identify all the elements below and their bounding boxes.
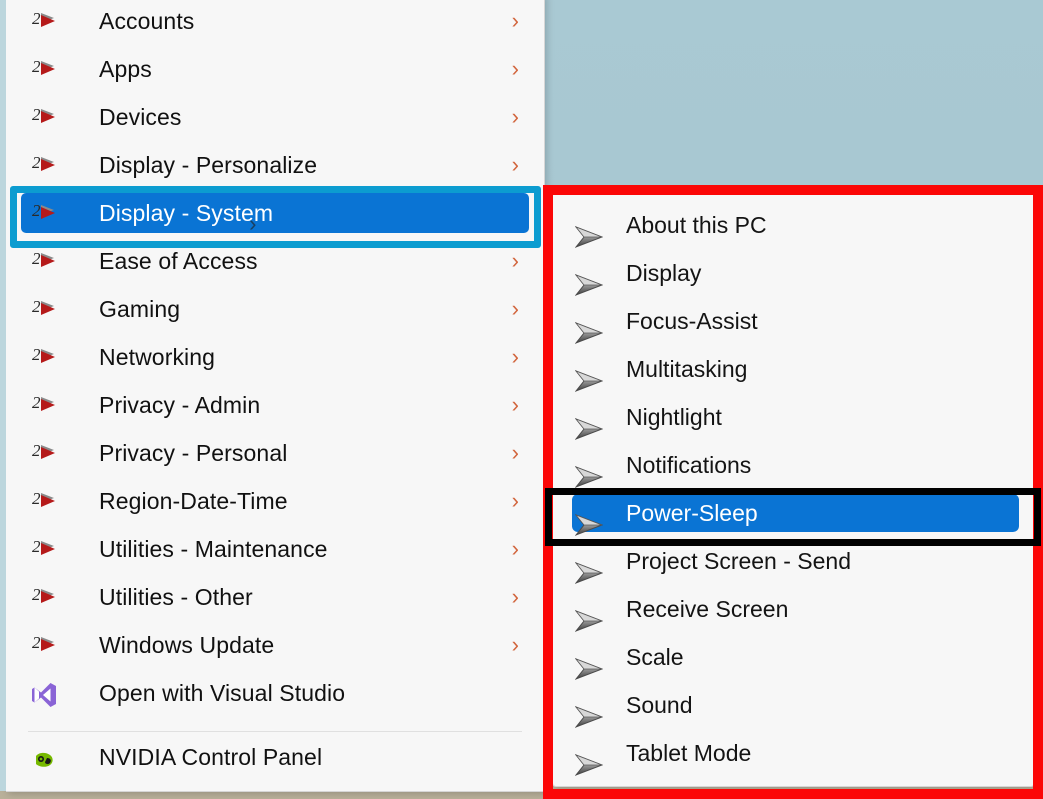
submenu-item-power-sleep[interactable]: Power-Sleep: [554, 491, 1033, 536]
menu-item-icon: [31, 746, 57, 768]
submenu-item-label: Receive Screen: [626, 595, 789, 622]
display-system-submenu[interactable]: About this PC Display Focus-Assist Multitas…: [552, 192, 1035, 787]
menu-item-icon: 2: [31, 393, 57, 416]
submenu-item-label: Multitasking: [626, 355, 748, 382]
submenu-item-receive-screen[interactable]: Receive Screen: [554, 587, 1033, 632]
menu-item-windows-update[interactable]: 2 Windows Update ›: [7, 623, 543, 667]
submenu-item-notifications[interactable]: Notifications: [554, 443, 1033, 488]
menu-item-label: Networking: [99, 343, 216, 370]
submenu-item-display[interactable]: Display: [554, 251, 1033, 296]
chevron-right-icon: ›: [511, 440, 519, 465]
menu-item-icon: 2: [31, 345, 57, 368]
menu-item-icon: 2: [31, 633, 57, 656]
menu-item-accounts[interactable]: 2 Accounts ›: [7, 0, 543, 43]
menu-item-utilities-maintenance[interactable]: 2 Utilities - Maintenance ›: [7, 527, 543, 571]
submenu-item-scale[interactable]: Scale: [554, 635, 1033, 680]
menu-item-utilities-other[interactable]: 2 Utilities - Other ›: [7, 575, 543, 619]
menu-item-open-with-visual-studio[interactable]: Open with Visual Studio: [7, 671, 543, 715]
menu-item-icon: 2: [31, 57, 57, 80]
chevron-right-icon: ›: [511, 152, 519, 177]
chevron-right-icon: ›: [511, 536, 519, 561]
menu-item-label: Utilities - Other: [99, 583, 253, 610]
submenu-item-label: Project Screen - Send: [626, 547, 852, 574]
menu-item-icon: 2: [31, 153, 57, 176]
menu-item-networking[interactable]: 2 Networking ›: [7, 335, 543, 379]
menu-item-label: Ease of Access: [99, 247, 258, 274]
menu-item-label: NVIDIA Control Panel: [99, 743, 323, 770]
menu-item-nvidia-control-panel[interactable]: NVIDIA Control Panel: [7, 735, 543, 779]
menu-item-gaming[interactable]: 2 Gaming ›: [7, 287, 543, 331]
menu-separator: [28, 731, 522, 732]
menu-item-icon: 2: [31, 249, 57, 272]
chevron-right-icon: ›: [511, 8, 519, 33]
submenu-item-label: Power-Sleep: [626, 499, 758, 526]
chevron-right-icon: ›: [511, 584, 519, 609]
menu-item-icon: 2: [31, 105, 57, 128]
submenu-item-sound[interactable]: Sound: [554, 683, 1033, 728]
menu-item-label: Apps: [99, 55, 152, 82]
menu-item-icon: 2: [31, 537, 57, 560]
submenu-item-label: Scale: [626, 643, 684, 670]
submenu-item-label: About this PC: [626, 211, 767, 238]
submenu-item-label: Focus-Assist: [626, 307, 758, 334]
chevron-right-icon: ›: [511, 392, 519, 417]
submenu-item-label: Display: [626, 259, 702, 286]
menu-item-icon: 2: [31, 297, 57, 320]
menu-item-label: Open with Visual Studio: [99, 679, 346, 706]
menu-item-display-personalize[interactable]: 2 Display - Personalize ›: [7, 143, 543, 187]
menu-item-label: Gaming: [99, 295, 181, 322]
screen: 2 Accounts › 2 Apps › 2 Devices › 2 Display - Pers…: [0, 0, 1043, 799]
menu-item-label: Devices: [99, 103, 182, 130]
chevron-right-icon: ›: [511, 248, 519, 273]
menu-item-label: Utilities - Maintenance: [99, 535, 328, 562]
submenu-item-multitasking[interactable]: Multitasking: [554, 347, 1033, 392]
menu-item-ease-of-access[interactable]: 2 Ease of Access ›: [7, 239, 543, 283]
menu-item-label: Privacy - Admin: [99, 391, 261, 418]
submenu-item-about-this-pc[interactable]: About this PC: [554, 203, 1033, 248]
chevron-right-icon: ›: [511, 104, 519, 129]
menu-item-region-date-time[interactable]: 2 Region-Date-Time ›: [7, 479, 543, 523]
chevron-right-icon: ›: [511, 488, 519, 513]
chevron-right-icon: ›: [511, 632, 519, 657]
chevron-right-icon: ›: [249, 211, 257, 236]
submenu-item-label: Notifications: [626, 451, 752, 478]
submenu-item-tablet-mode[interactable]: Tablet Mode: [554, 731, 1033, 776]
submenu-item-label: Nightlight: [626, 403, 722, 430]
menu-item-icon: 2: [31, 489, 57, 512]
menu-item-label: Display - Personalize: [99, 151, 318, 178]
menu-item-icon: [31, 682, 57, 707]
selection-highlight: [21, 193, 529, 233]
menu-item-label: Privacy - Personal: [99, 439, 288, 466]
submenu-item-label: Tablet Mode: [626, 739, 752, 766]
menu-item-label: Accounts: [99, 7, 195, 34]
menu-item-icon: 2: [31, 441, 57, 464]
menu-item-label: Windows Update: [99, 631, 275, 658]
menu-item-privacy-personal[interactable]: 2 Privacy - Personal ›: [7, 431, 543, 475]
menu-item-icon: 2: [31, 9, 57, 32]
chevron-right-icon: ›: [511, 344, 519, 369]
chevron-right-icon: ›: [511, 56, 519, 81]
menu-item-privacy-admin[interactable]: 2 Privacy - Admin ›: [7, 383, 543, 427]
settings-shortcuts-context-menu[interactable]: 2 Accounts › 2 Apps › 2 Devices › 2 Display - Pers…: [0, 0, 545, 792]
submenu-item-focus-assist[interactable]: Focus-Assist: [554, 299, 1033, 344]
menu-item-display-system[interactable]: 2 Display - System ›: [7, 191, 543, 235]
menu-item-label: Display - System: [99, 199, 274, 226]
menu-item-icon: 2: [31, 585, 57, 608]
menu-item-apps[interactable]: 2 Apps ›: [7, 47, 543, 91]
submenu-item-label: Sound: [626, 691, 693, 718]
menu-item-icon: 2: [31, 201, 57, 224]
menu-item-label: Region-Date-Time: [99, 487, 288, 514]
menu-item-devices[interactable]: 2 Devices ›: [7, 95, 543, 139]
submenu-item-project-screen-send[interactable]: Project Screen - Send: [554, 539, 1033, 584]
chevron-right-icon: ›: [511, 296, 519, 321]
submenu-item-nightlight[interactable]: Nightlight: [554, 395, 1033, 440]
menu-left-edge: [0, 0, 6, 791]
